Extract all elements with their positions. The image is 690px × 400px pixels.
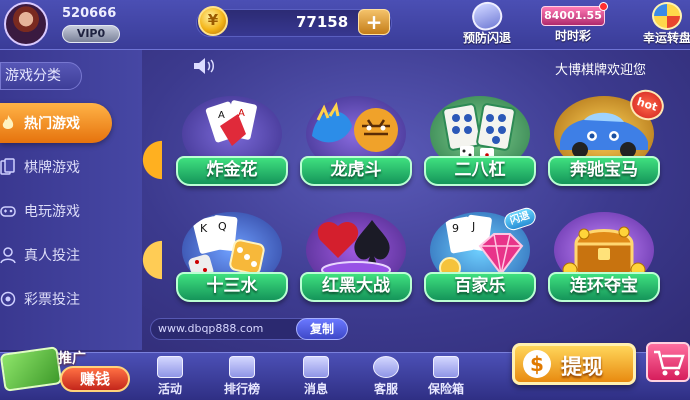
sidebar-item-label: 真人投注 [24,248,80,264]
flame-icon [0,114,16,132]
anti-crash-label: 预防闪退 [462,31,511,45]
game-tile-longhudou[interactable]: 龙虎斗 [300,92,412,204]
game-label: 奔驰宝马 [548,156,660,186]
sidebar-item-live[interactable]: 真人投注 [0,235,112,275]
game-tile-erbagang[interactable]: 二八杠 [424,92,536,204]
game-label: 百家乐 [424,272,536,302]
game-tile-shisanshui[interactable]: K Q 十三水 [176,208,288,320]
game-tile-baijiale[interactable]: 9 J 闪退 百家乐 [424,205,538,320]
crash-proof-badge: 闪退 [502,205,538,233]
user-id: 520666 [62,6,117,21]
game-label: 红黑大战 [300,272,412,302]
sidebar-item-cards[interactable]: 棋牌游戏 [0,147,112,187]
sidebar-item-label: 棋牌游戏 [24,160,80,176]
sidebar-item-label: 电玩游戏 [24,204,80,220]
shop-cart-icon[interactable] [646,342,690,382]
nav-activity[interactable]: 活动 [142,356,198,400]
gamepad-icon [0,202,16,220]
notification-dot [599,2,608,11]
nav-label: 客服 [373,382,398,396]
game-label: 十三水 [176,272,288,302]
speaker-icon [192,57,216,75]
lottery-button[interactable]: 84001.55 时时彩 [538,0,608,48]
game-tile-benchibaoma[interactable]: hot 奔驰宝马 [548,85,668,204]
sidebar-item-label: 彩票投注 [24,292,80,308]
vip-badge[interactable]: VIP0 [62,25,120,43]
coin-icon: ¥ [198,6,228,36]
ranking-icon [229,356,255,378]
game-tile-hongheidazhan[interactable]: 红黑大战 [300,208,412,320]
nav-support[interactable]: 客服 [358,356,414,400]
sidebar-item-hot[interactable]: 热门游戏 [0,103,112,143]
game-tile-zhajinhua[interactable]: A A 炸金花 [176,92,288,204]
lucky-wheel-label: 幸运转盘 [642,31,690,45]
announcement-text: 大博棋牌欢迎您 [555,63,647,78]
sidebar-title: 游戏分类 [0,62,82,90]
svg-text:A: A [218,110,225,121]
svg-text:9: 9 [452,222,459,235]
nav-label: 保险箱 [427,382,464,396]
promo-bottom-label: 赚钱 [60,366,130,392]
lottery-ticket-icon: 84001.55 [541,6,605,26]
nav-safe[interactable]: 保险箱 [418,356,474,400]
safe-icon [433,356,459,378]
gift-icon [157,356,183,378]
dealer-icon [0,246,16,264]
dollar-icon: $ [523,350,551,378]
avatar[interactable] [4,2,48,46]
balance-value: 77158 [296,13,349,31]
svg-text:A: A [238,108,245,119]
game-label: 二八杠 [424,156,536,186]
promo-top-label: 推广 [58,351,86,367]
scroll-edge-fragment [142,110,162,210]
cards-icon [0,158,16,176]
game-tile-lianhuanduobao[interactable]: 连环夺宝 [548,208,660,320]
lottery-label: 时时彩 [554,29,591,43]
nav-label: 活动 [157,382,182,396]
game-label: 炸金花 [176,156,288,186]
withdraw-label: 提现 [561,355,603,379]
svg-text:Q: Q [218,220,227,233]
sidebar-item-lottery[interactable]: 彩票投注 [0,279,112,319]
add-funds-button[interactable]: + [358,9,390,35]
money-stack-icon [0,346,63,392]
spin-wheel-icon [652,2,682,30]
app-root: 520666 VIP0 ¥ 77158 + 预防闪退 84001.55 时时彩 … [0,0,690,400]
nav-label: 消息 [303,382,328,396]
svg-text:K: K [200,222,208,235]
copy-url-button[interactable]: 复制 [296,318,348,340]
sidebar-item-label: 热门游戏 [24,116,80,132]
game-label: 龙虎斗 [300,156,412,186]
nav-messages[interactable]: 消息 [288,356,344,400]
headset-icon [373,356,399,378]
promo-earn-button[interactable]: 推广 赚钱 [0,340,140,400]
svg-text:J: J [471,220,475,233]
mail-icon [303,356,329,378]
sidebar-item-arcade[interactable]: 电玩游戏 [0,191,112,231]
ball-icon [0,290,16,308]
lucky-wheel-button[interactable]: 幸运转盘 [632,0,690,48]
nav-ranking[interactable]: 排行榜 [214,356,270,400]
anti-crash-button[interactable]: 预防闪退 [452,0,522,48]
game-label: 连环夺宝 [548,272,660,302]
site-url: www.dbqp888.com [158,322,264,335]
scroll-edge-fragment [142,210,162,310]
nav-label: 排行榜 [223,382,260,396]
withdraw-button[interactable]: $ 提现 [512,343,636,385]
